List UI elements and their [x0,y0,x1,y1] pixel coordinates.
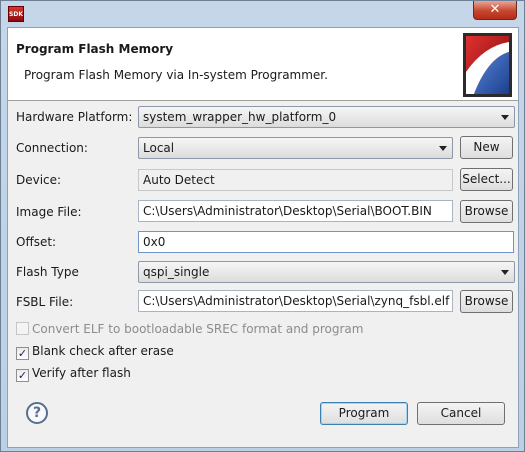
help-icon[interactable]: ? [26,402,48,424]
dialog-client-area: Program Flash Memory Program Flash Memor… [7,27,519,448]
convert-elf-label: Convert ELF to bootloadable SREC format … [32,322,364,336]
chevron-down-icon [439,146,447,151]
hardware-platform-value: system_wrapper_hw_platform_0 [143,110,337,124]
new-connection-button[interactable]: New [460,136,513,159]
device-field: Auto Detect [138,169,453,191]
blank-check-label: Blank check after erase [32,344,174,358]
program-flash-dialog: SDK ✕ Program Flash Memory Program Flash… [0,0,525,452]
checkmark-icon: ✓ [16,347,29,360]
flash-type-select[interactable]: qspi_single [138,261,515,283]
chevron-down-icon [501,270,509,275]
image-file-input[interactable]: C:\Users\Administrator\Desktop\Serial\BO… [138,200,453,222]
convert-elf-checkbox[interactable]: Convert ELF to bootloadable SREC format … [16,322,363,336]
select-device-button[interactable]: Select... [460,168,513,191]
connection-select[interactable]: Local [138,137,453,159]
browse-image-button[interactable]: Browse [460,200,513,223]
verify-label: Verify after flash [32,366,131,380]
image-file-label: Image File: [16,205,82,219]
title-bar: SDK ✕ [1,1,524,27]
sdk-app-icon: SDK [8,6,24,22]
verify-checkbox[interactable]: ✓ Verify after flash [16,366,131,382]
chevron-down-icon [501,115,509,120]
fsbl-file-input[interactable]: C:\Users\Administrator\Desktop\Serial\zy… [138,290,453,312]
sdk-banner-logo [463,33,512,97]
cancel-button[interactable]: Cancel [417,402,505,425]
dialog-description: Program Flash Memory via In-system Progr… [24,68,328,82]
dialog-title: Program Flash Memory [16,42,174,56]
checkbox-unchecked-icon [16,322,29,335]
browse-fsbl-button[interactable]: Browse [460,290,513,313]
flash-type-label: Flash Type [16,265,79,279]
fsbl-file-label: FSBL File: [16,295,74,309]
offset-input[interactable]: 0x0 [138,231,514,253]
hardware-platform-select[interactable]: system_wrapper_hw_platform_0 [138,106,515,128]
dialog-header: Program Flash Memory Program Flash Memor… [8,28,518,101]
device-label: Device: [16,173,62,187]
checkmark-icon: ✓ [16,369,29,382]
blank-check-checkbox[interactable]: ✓ Blank check after erase [16,344,174,360]
program-button[interactable]: Program [320,402,408,425]
close-icon[interactable]: ✕ [473,1,517,20]
hardware-platform-label: Hardware Platform: [16,110,133,124]
connection-label: Connection: [16,141,88,155]
flash-type-value: qspi_single [143,265,210,279]
offset-label: Offset: [16,235,57,249]
connection-value: Local [143,141,175,155]
